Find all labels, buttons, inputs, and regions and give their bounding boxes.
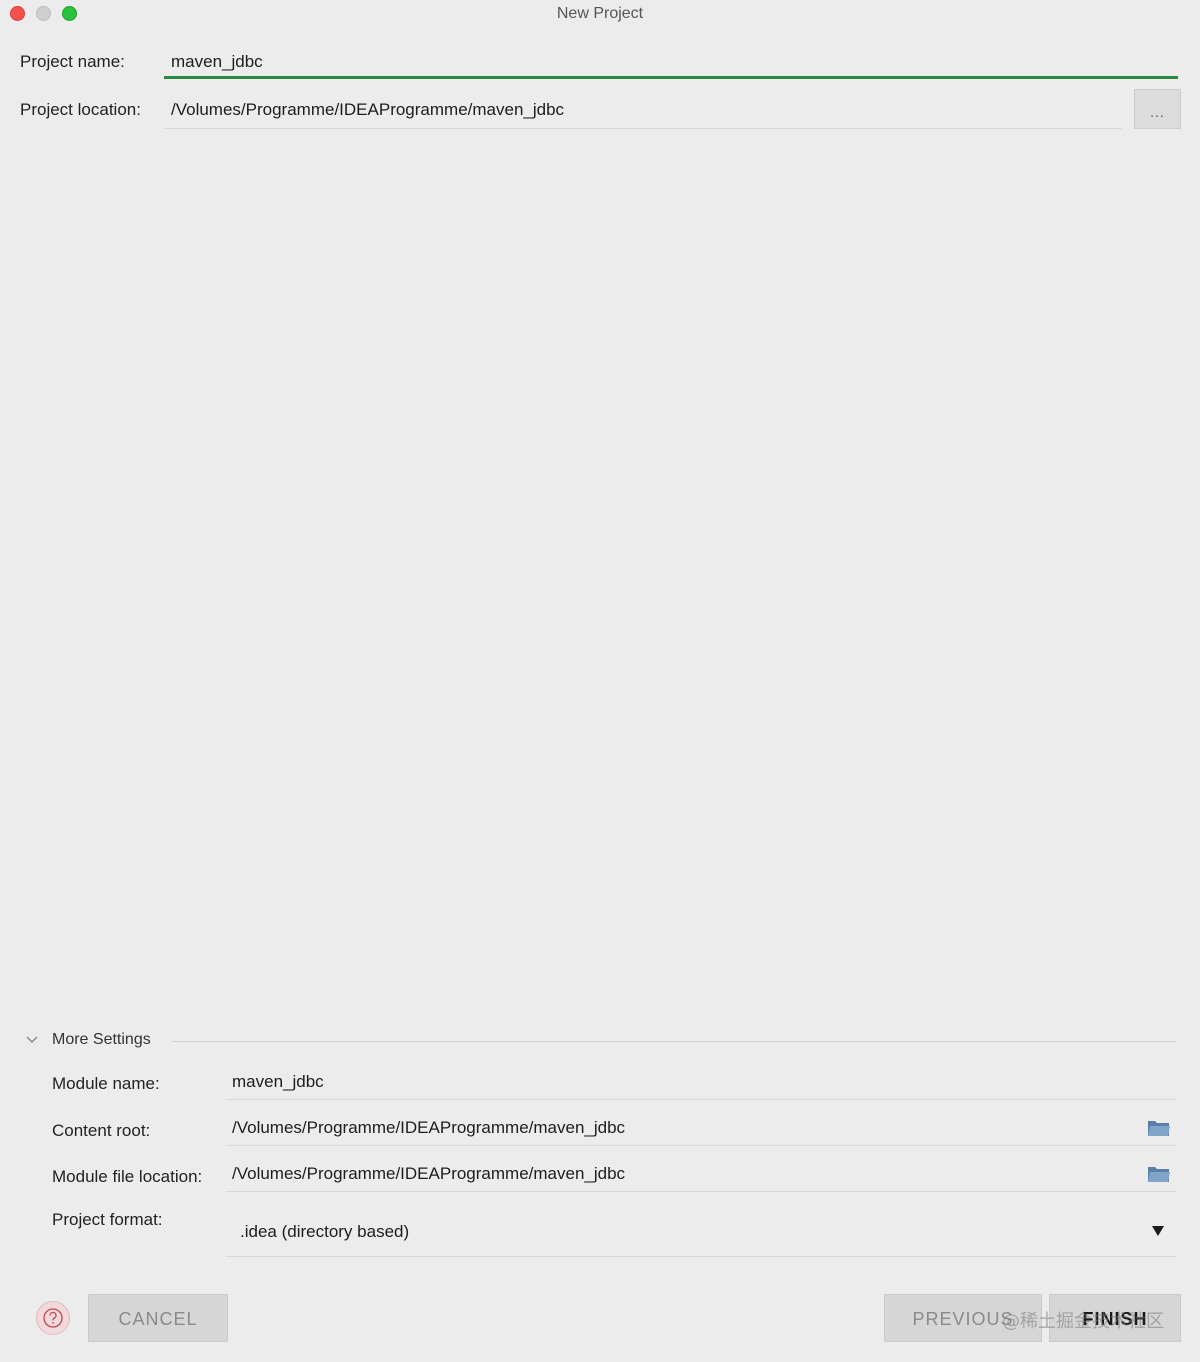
project-location-underline	[164, 128, 1122, 129]
folder-icon[interactable]	[1147, 1164, 1171, 1184]
module-file-location-label: Module file location:	[52, 1167, 203, 1186]
help-button[interactable]	[36, 1301, 70, 1335]
project-name-label: Project name:	[20, 52, 125, 71]
project-location-label: Project location:	[20, 100, 141, 119]
project-format-underline	[226, 1256, 1176, 1257]
chevron-down-icon[interactable]	[24, 1032, 40, 1048]
project-location-input[interactable]: /Volumes/Programme/IDEAProgramme/maven_j…	[171, 100, 564, 120]
module-name-label: Module name:	[52, 1074, 160, 1093]
project-format-select[interactable]: .idea (directory based)	[240, 1222, 409, 1242]
question-mark-icon	[43, 1308, 63, 1328]
dropdown-arrow-icon[interactable]	[1151, 1225, 1165, 1237]
folder-icon[interactable]	[1147, 1118, 1171, 1138]
module-name-input[interactable]: maven_jdbc	[232, 1072, 324, 1092]
project-name-input[interactable]: maven_jdbc	[171, 52, 263, 72]
project-name-focus-underline	[164, 76, 1178, 79]
window-title: New Project	[556, 5, 644, 22]
watermark: @稀土掘金技术社区	[1002, 1311, 1164, 1332]
cancel-button[interactable]: CANCEL	[88, 1294, 228, 1342]
more-settings-toggle[interactable]: More Settings	[52, 1031, 151, 1049]
content-root-label: Content root:	[52, 1121, 151, 1140]
module-file-location-underline	[226, 1191, 1176, 1192]
more-settings-divider	[172, 1041, 1176, 1042]
content-root-underline	[226, 1145, 1176, 1146]
module-name-underline	[226, 1099, 1176, 1100]
content-root-input[interactable]: /Volumes/Programme/IDEAProgramme/maven_j…	[232, 1118, 625, 1138]
module-file-location-input[interactable]: /Volumes/Programme/IDEAProgramme/maven_j…	[232, 1164, 625, 1184]
project-format-label: Project format:	[52, 1210, 163, 1229]
browse-location-button[interactable]: ...	[1134, 89, 1181, 129]
